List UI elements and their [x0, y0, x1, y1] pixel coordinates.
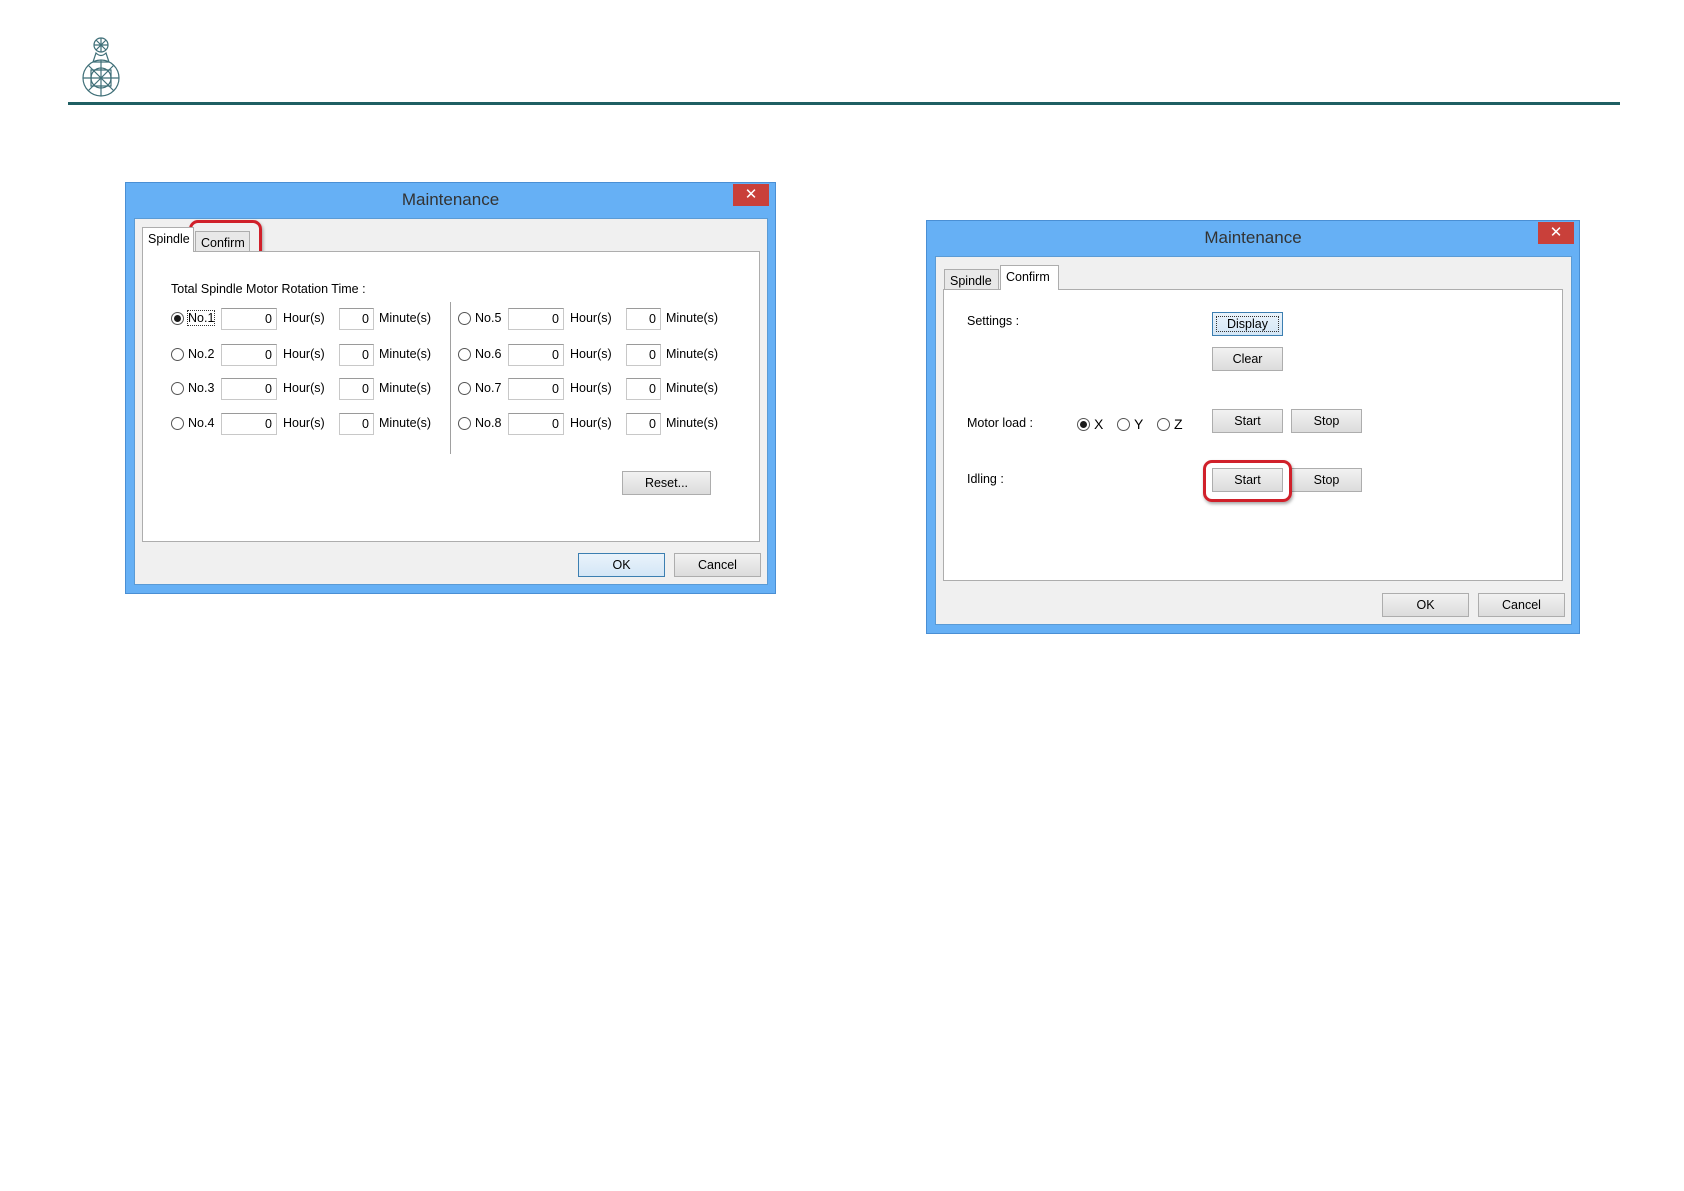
axis-label: Y [1134, 416, 1144, 432]
spindle-radio[interactable] [458, 312, 471, 325]
spindle-tab-panel: Total Spindle Motor Rotation Time : Rese… [142, 251, 760, 542]
tab-spindle[interactable]: Spindle [142, 227, 194, 252]
spindle-radio[interactable] [458, 348, 471, 361]
idling-stop-button[interactable]: Stop [1291, 468, 1362, 492]
close-button[interactable]: ✕ [733, 184, 769, 206]
spindle-radio[interactable] [171, 382, 184, 395]
spindle-label: No.2 [188, 347, 215, 361]
minutes-unit-label: Minute(s) [379, 311, 432, 325]
hours-unit-label: Hour(s) [283, 311, 325, 325]
hours-unit-label: Hour(s) [570, 381, 612, 395]
dialog-title: Maintenance [401, 190, 500, 209]
axis-radio-z[interactable] [1157, 418, 1170, 431]
hours-input[interactable]: 0 [221, 413, 277, 435]
roland-dg-emblem-icon [82, 37, 120, 97]
spindle-label: No.4 [188, 416, 215, 430]
hours-input[interactable]: 0 [508, 378, 564, 400]
hours-unit-label: Hour(s) [570, 347, 612, 361]
hours-input[interactable]: 0 [508, 344, 564, 366]
dialog-client-area: Spindle Confirm Settings : Display Clear… [935, 256, 1572, 625]
cancel-button[interactable]: Cancel [1478, 593, 1565, 617]
minutes-unit-label: Minute(s) [666, 311, 719, 325]
tab-confirm[interactable]: Confirm [1000, 265, 1059, 290]
maintenance-dialog-spindle: Maintenance ✕ Spindle Confirm Total Spin… [125, 182, 776, 594]
spindle-radio[interactable] [171, 312, 184, 325]
minutes-unit-label: Minute(s) [666, 347, 719, 361]
spindle-radio[interactable] [458, 417, 471, 430]
hours-input[interactable]: 0 [508, 413, 564, 435]
spindle-label: No.3 [188, 381, 215, 395]
spindle-radio[interactable] [171, 348, 184, 361]
hours-input[interactable]: 0 [508, 308, 564, 330]
cancel-button[interactable]: Cancel [674, 553, 761, 577]
ok-button[interactable]: OK [578, 553, 665, 577]
hours-unit-label: Hour(s) [283, 416, 325, 430]
close-button[interactable]: ✕ [1538, 222, 1574, 244]
minutes-unit-label: Minute(s) [379, 381, 432, 395]
motor-load-stop-button[interactable]: Stop [1291, 409, 1362, 433]
hours-unit-label: Hour(s) [283, 381, 325, 395]
axis-label: X [1094, 416, 1104, 432]
spindle-label: No.6 [475, 347, 502, 361]
spindle-label: No.7 [475, 381, 502, 395]
hours-input[interactable]: 0 [221, 378, 277, 400]
hours-unit-label: Hour(s) [570, 416, 612, 430]
spindle-radio[interactable] [171, 417, 184, 430]
dialog-title: Maintenance [1204, 228, 1302, 247]
motor-load-start-button[interactable]: Start [1212, 409, 1283, 433]
idling-start-button[interactable]: Start [1212, 468, 1283, 492]
minutes-input[interactable]: 0 [626, 413, 661, 435]
minutes-input[interactable]: 0 [626, 308, 661, 330]
maintenance-dialog-confirm: Maintenance ✕ Spindle Confirm Settings :… [926, 220, 1580, 634]
reset-button[interactable]: Reset... [622, 471, 711, 495]
motor-load-label: Motor load : [967, 416, 1034, 430]
axis-label: Z [1174, 416, 1183, 432]
minutes-unit-label: Minute(s) [666, 381, 719, 395]
spindle-label: No.5 [475, 311, 502, 325]
idling-label: Idling : [967, 472, 1004, 486]
axis-radio-x[interactable] [1077, 418, 1090, 431]
spindle-radio[interactable] [458, 382, 471, 395]
hours-unit-label: Hour(s) [283, 347, 325, 361]
minutes-input[interactable]: 0 [339, 413, 374, 435]
dialog-client-area: Spindle Confirm Total Spindle Motor Rota… [134, 218, 768, 585]
minutes-input[interactable]: 0 [339, 344, 374, 366]
focus-indicator [1216, 316, 1279, 332]
ok-button[interactable]: OK [1382, 593, 1469, 617]
confirm-tab-panel: Settings : Display Clear Motor load : St… [943, 289, 1563, 581]
axis-radio-y[interactable] [1117, 418, 1130, 431]
spindle-label: No.1 [186, 310, 216, 326]
tab-spindle[interactable]: Spindle [944, 269, 999, 291]
spindle-label: No.8 [475, 416, 502, 430]
header-rule [68, 102, 1620, 105]
hours-unit-label: Hour(s) [570, 311, 612, 325]
minutes-input[interactable]: 0 [339, 308, 374, 330]
hours-input[interactable]: 0 [221, 344, 277, 366]
minutes-input[interactable]: 0 [626, 378, 661, 400]
column-divider [450, 302, 451, 454]
settings-label: Settings : [967, 314, 1020, 328]
hours-input[interactable]: 0 [221, 308, 277, 330]
minutes-unit-label: Minute(s) [666, 416, 719, 430]
minutes-unit-label: Minute(s) [379, 347, 432, 361]
minutes-input[interactable]: 0 [339, 378, 374, 400]
tab-confirm[interactable]: Confirm [195, 231, 250, 253]
clear-button[interactable]: Clear [1212, 347, 1283, 371]
section-label: Total Spindle Motor Rotation Time : [171, 282, 366, 296]
display-button[interactable]: Display [1212, 312, 1283, 336]
minutes-unit-label: Minute(s) [379, 416, 432, 430]
minutes-input[interactable]: 0 [626, 344, 661, 366]
